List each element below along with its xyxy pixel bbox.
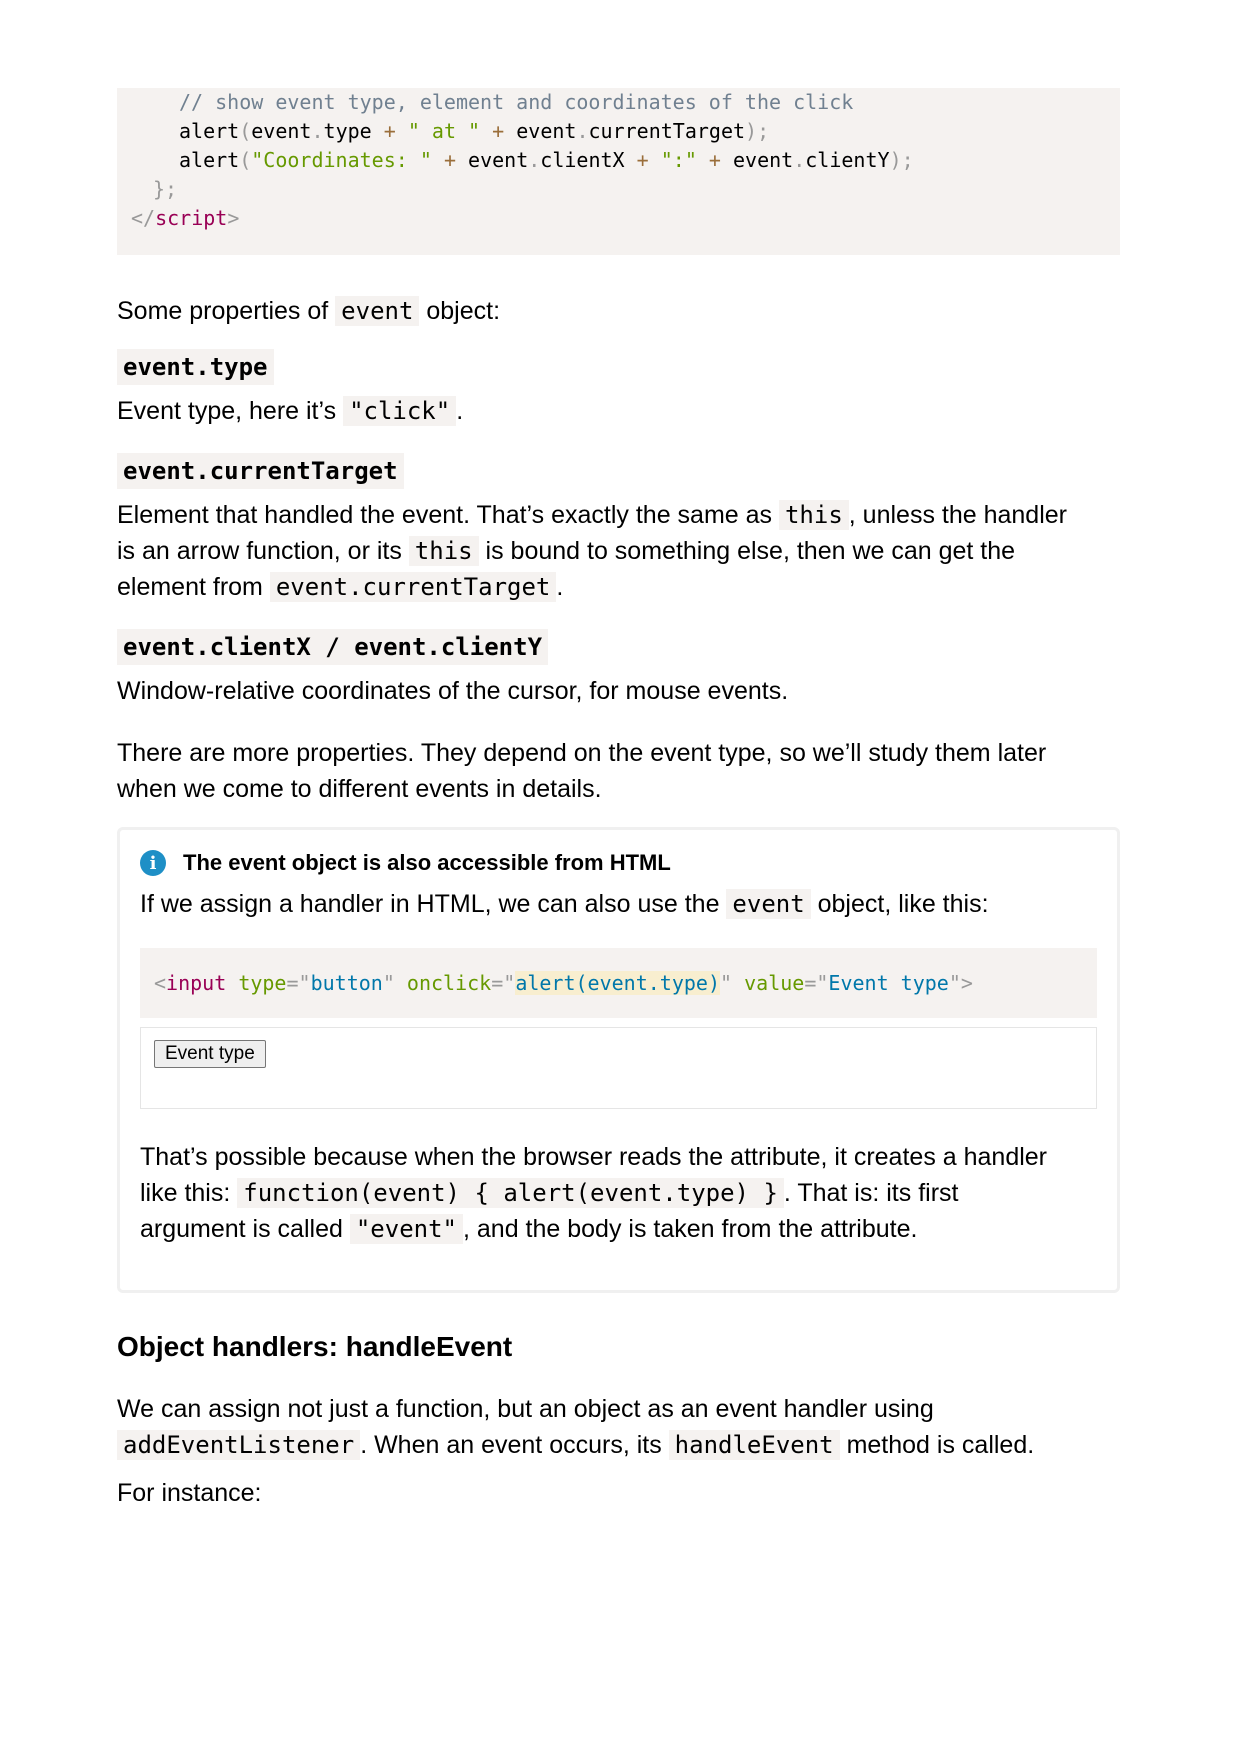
prop-name: event.type	[117, 349, 274, 385]
inline-code: event	[335, 296, 420, 326]
code-token: event	[251, 119, 312, 143]
code-token: "Coordinates: "	[251, 148, 432, 172]
inline-code: this	[778, 500, 849, 530]
demo-result-box: Event type	[140, 1027, 1097, 1109]
code-line-alert-type: alert(event.type + " at " + event.curren…	[179, 119, 770, 143]
code-token: event	[516, 119, 577, 143]
inline-code: addEventListener	[117, 1430, 361, 1460]
code-token: alert	[179, 148, 240, 172]
code-value: Event type	[828, 970, 949, 995]
code-block-click-handler: // show event type, element and coordina…	[117, 88, 1120, 255]
code-token: +	[492, 119, 505, 143]
code-tag: script	[155, 206, 228, 230]
code-token: +	[383, 119, 396, 143]
code-token: +	[708, 148, 721, 172]
intro-paragraph: Some properties of event object:	[117, 296, 501, 326]
code-token: event	[733, 148, 794, 172]
code-tag: input	[166, 970, 227, 995]
code-token: currentTarget	[588, 119, 746, 143]
more-properties-paragraph: There are more properties. They depend o…	[117, 739, 1047, 803]
inline-code: "click"	[343, 396, 457, 426]
prop-heading-event-type: event.type	[117, 349, 1120, 385]
inline-code: this	[408, 536, 479, 566]
prop-desc-client-xy: Window-relative coordinates of the curso…	[117, 677, 789, 705]
inline-code: "event"	[349, 1214, 463, 1244]
info-icon: i	[140, 850, 166, 876]
code-comment: // show event type, element and coordina…	[179, 90, 854, 114]
inline-code: event	[726, 889, 811, 919]
code-token: clientX	[540, 148, 625, 172]
prop-desc-event-type: Event type, here it’s "click".	[117, 396, 464, 426]
inline-code: function(event) { alert(event.type) }	[237, 1178, 784, 1208]
code-line-input: <input type="button" onclick="alert(even…	[154, 970, 973, 995]
code-token: };	[153, 177, 178, 201]
code-line-comment: // show event type, element and coordina…	[117, 88, 1120, 117]
inline-code: event.currentTarget	[269, 572, 557, 602]
code-token: type	[323, 119, 372, 143]
code-token: " at "	[407, 119, 481, 143]
code-attr: type	[238, 970, 287, 995]
code-line-script-close: </script>	[131, 206, 240, 230]
code-value: button	[310, 970, 383, 995]
code-token: ":"	[660, 148, 697, 172]
info-title: i The event object is also accessible fr…	[140, 850, 1097, 876]
prop-name: event.clientX / event.clientY	[117, 629, 549, 665]
code-value-highlighted: alert(event.type)	[515, 970, 721, 995]
prop-heading-client-xy: event.clientX / event.clientY	[117, 629, 1120, 665]
info-box: i The event object is also accessible fr…	[117, 827, 1120, 1293]
section-heading: Object handlers: handleEvent	[117, 1331, 513, 1362]
code-token: alert	[179, 119, 240, 143]
code-attr: onclick	[406, 970, 492, 995]
code-token: +	[636, 148, 649, 172]
event-type-button[interactable]: Event type	[154, 1040, 266, 1068]
code-line-close: };	[117, 175, 1120, 204]
code-block-input-example: <input type="button" onclick="alert(even…	[140, 948, 1097, 1018]
info-title-text: The event object is also accessible from…	[183, 850, 671, 875]
document-page: // show event type, element and coordina…	[117, 88, 1120, 1511]
section-paragraph: We can assign not just a function, but a…	[117, 1395, 1035, 1460]
inline-code: handleEvent	[668, 1430, 840, 1460]
code-token: +	[443, 148, 456, 172]
for-instance-paragraph: For instance:	[117, 1479, 262, 1507]
info-paragraph: If we assign a handler in HTML, we can a…	[140, 889, 989, 919]
code-attr: value	[744, 970, 805, 995]
code-line-alert-coords: alert("Coordinates: " + event.clientX + …	[179, 148, 914, 172]
prop-heading-current-target: event.currentTarget	[117, 453, 1120, 489]
info-after-paragraph: That’s possible because when the browser…	[140, 1143, 1048, 1244]
prop-name: event.currentTarget	[117, 453, 404, 489]
code-token: event	[468, 148, 529, 172]
prop-desc-current-target: Element that handled the event. That’s e…	[117, 500, 1067, 602]
code-token: clientY	[805, 148, 890, 172]
